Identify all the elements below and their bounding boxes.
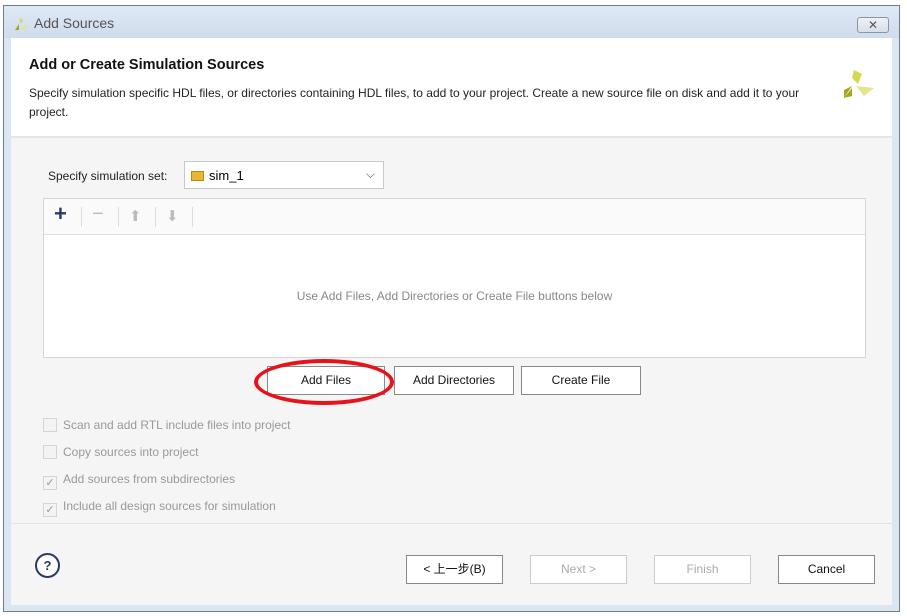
footer-divider [11, 523, 892, 524]
add-icon[interactable]: + [54, 201, 67, 227]
move-down-icon[interactable]: ⬇ [166, 207, 179, 225]
add-files-button[interactable]: Add Files [267, 366, 385, 395]
checkbox-checked[interactable]: ✓ [43, 476, 57, 490]
simset-label: Specify simulation set: [48, 169, 168, 183]
add-directories-button[interactable]: Add Directories [394, 366, 514, 395]
remove-icon[interactable]: − [92, 203, 104, 226]
option-scan-rtl[interactable]: Scan and add RTL include files into proj… [43, 418, 290, 432]
list-toolbar: + − ⬆ ⬇ [44, 199, 865, 235]
create-file-button[interactable]: Create File [521, 366, 641, 395]
chevron-down-icon: ⌵ [365, 167, 375, 181]
checkbox[interactable] [43, 418, 57, 432]
option-copy-sources[interactable]: Copy sources into project [43, 445, 198, 459]
next-button[interactable]: Next > [530, 555, 627, 584]
cancel-button[interactable]: Cancel [778, 555, 875, 584]
option-add-subdirectories[interactable]: ✓ Add sources from subdirectories [43, 472, 235, 490]
help-button[interactable]: ? [35, 553, 60, 578]
vivado-logo-icon [844, 70, 874, 98]
window-title: Add Sources [34, 15, 115, 31]
folder-icon [191, 171, 204, 181]
page-header: Add or Create Simulation Sources Specify… [11, 38, 892, 138]
empty-list-text: Use Add Files, Add Directories or Create… [296, 289, 613, 303]
add-sources-dialog: Add Sources ✕ Add or Create Simulation S… [3, 5, 900, 612]
checkbox-checked[interactable]: ✓ [43, 503, 57, 517]
page-description: Specify simulation specific HDL files, o… [29, 86, 800, 119]
page-title: Add or Create Simulation Sources [29, 57, 265, 73]
title-bar: Add Sources ✕ [4, 6, 899, 38]
finish-button[interactable]: Finish [654, 555, 751, 584]
checkbox[interactable] [43, 445, 57, 459]
close-button[interactable]: ✕ [857, 17, 889, 33]
vivado-logo-icon [15, 18, 28, 30]
option-include-design-sources[interactable]: ✓ Include all design sources for simulati… [43, 499, 276, 517]
sources-list-panel: + − ⬆ ⬇ Use Add Files, Add Directories o… [43, 198, 866, 358]
simset-dropdown[interactable]: sim_1 ⌵ [184, 161, 384, 189]
move-up-icon[interactable]: ⬆ [129, 207, 142, 225]
simset-value: sim_1 [209, 168, 244, 183]
back-button[interactable]: < 上一步(B) [406, 555, 503, 584]
